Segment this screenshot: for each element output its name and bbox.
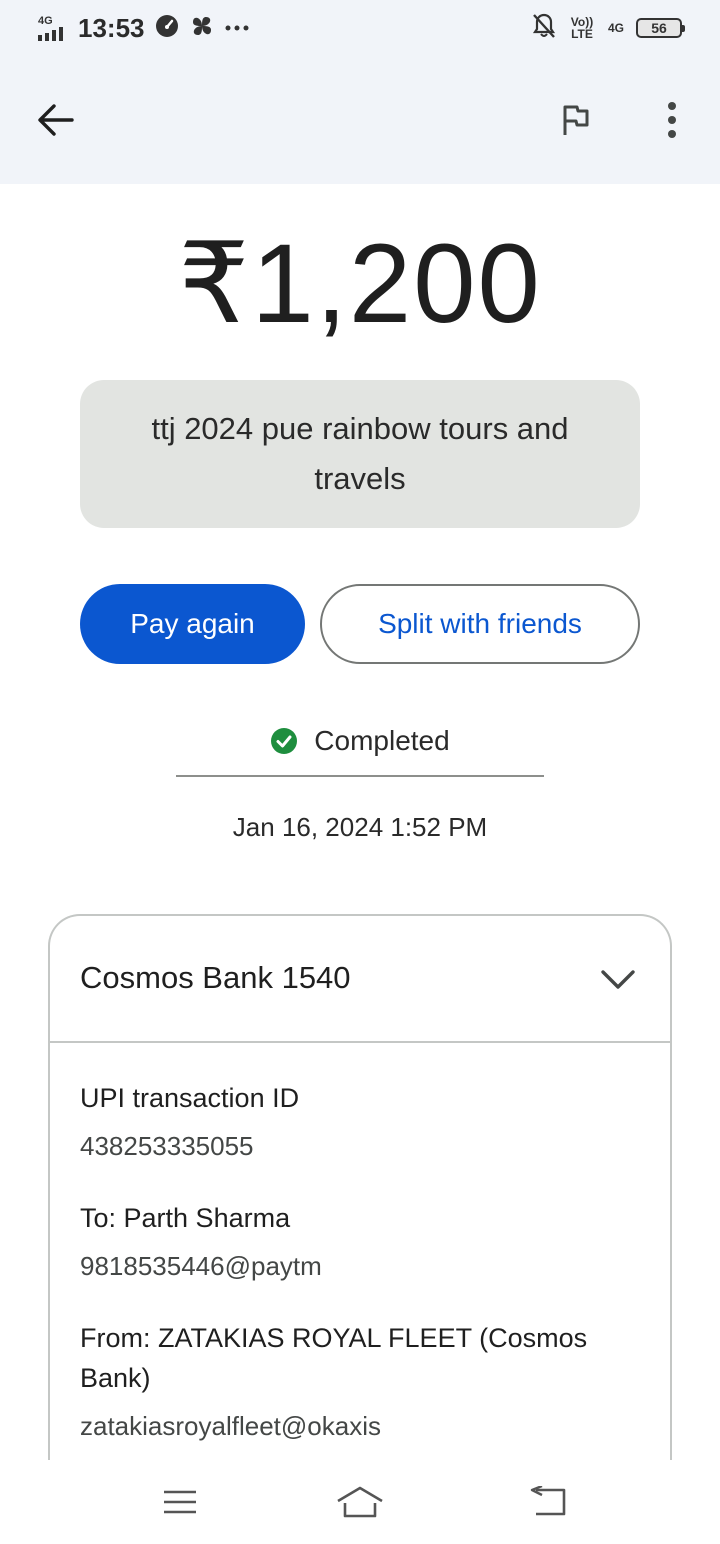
more-vert-icon bbox=[668, 102, 676, 138]
status-bar: 4G 13:53 Vo)) LTE 4G 56 bbox=[0, 0, 720, 56]
battery-indicator: 56 bbox=[636, 18, 685, 38]
system-navigation-bar bbox=[0, 1460, 720, 1544]
system-back-button[interactable] bbox=[518, 1478, 578, 1526]
status-divider bbox=[176, 775, 544, 777]
transaction-date: Jan 16, 2024 1:52 PM bbox=[232, 812, 488, 842]
bell-off-icon bbox=[532, 13, 556, 44]
bank-account-header[interactable]: Cosmos Bank 1540 bbox=[50, 916, 670, 1043]
network-label: 4G bbox=[38, 14, 53, 27]
menu-icon bbox=[164, 1490, 196, 1514]
back-icon bbox=[530, 1486, 566, 1516]
payment-amount: ₹1,200 bbox=[178, 221, 542, 346]
data-label: 4G bbox=[607, 21, 624, 35]
signal-icon: 4G bbox=[38, 14, 68, 41]
speedometer-icon bbox=[155, 14, 179, 43]
home-icon bbox=[337, 1486, 383, 1518]
back-button[interactable] bbox=[30, 96, 82, 144]
overflow-dots-icon bbox=[225, 19, 249, 37]
chevron-down-icon[interactable] bbox=[594, 956, 642, 1004]
upi-transaction-id-value[interactable]: 438253335055 bbox=[80, 1126, 254, 1166]
home-button[interactable] bbox=[330, 1478, 390, 1526]
transaction-details-card: Cosmos Bank 1540 UPI transaction ID 4382… bbox=[48, 914, 672, 1514]
more-options-button[interactable] bbox=[648, 96, 696, 144]
clock: 13:53 bbox=[78, 12, 145, 43]
report-button[interactable] bbox=[552, 96, 600, 144]
check-circle-icon bbox=[271, 728, 298, 754]
recent-apps-button[interactable] bbox=[150, 1478, 210, 1526]
status-text: Completed bbox=[314, 725, 450, 756]
status-bar-right: Vo)) LTE 4G 56 bbox=[532, 12, 685, 44]
split-with-friends-button[interactable]: Split with friends bbox=[320, 584, 640, 664]
volte-label: Vo)) LTE bbox=[570, 15, 594, 41]
recipient-upi-id[interactable]: 9818535446@paytm bbox=[80, 1246, 322, 1286]
flag-icon bbox=[563, 105, 589, 135]
sender-label: From: ZATAKIAS ROYAL FLEET (Cosmos Bank) bbox=[80, 1323, 588, 1393]
app-bar bbox=[0, 56, 720, 184]
pinwheel-icon bbox=[189, 13, 215, 44]
payment-note: ttj 2024 pue rainbow tours and travels bbox=[80, 380, 640, 528]
status-bar-left: 4G 13:53 bbox=[38, 12, 249, 44]
pay-again-button[interactable]: Pay again bbox=[80, 584, 305, 664]
back-arrow-icon bbox=[38, 104, 74, 136]
payment-status: Completed bbox=[0, 720, 720, 762]
recipient-label: To: Parth Sharma bbox=[80, 1203, 291, 1233]
bank-account-name: Cosmos Bank 1540 bbox=[80, 960, 351, 995]
sender-upi-id[interactable]: zatakiasroyalfleet@okaxis bbox=[80, 1406, 381, 1446]
upi-transaction-id-label: UPI transaction ID bbox=[80, 1083, 300, 1113]
